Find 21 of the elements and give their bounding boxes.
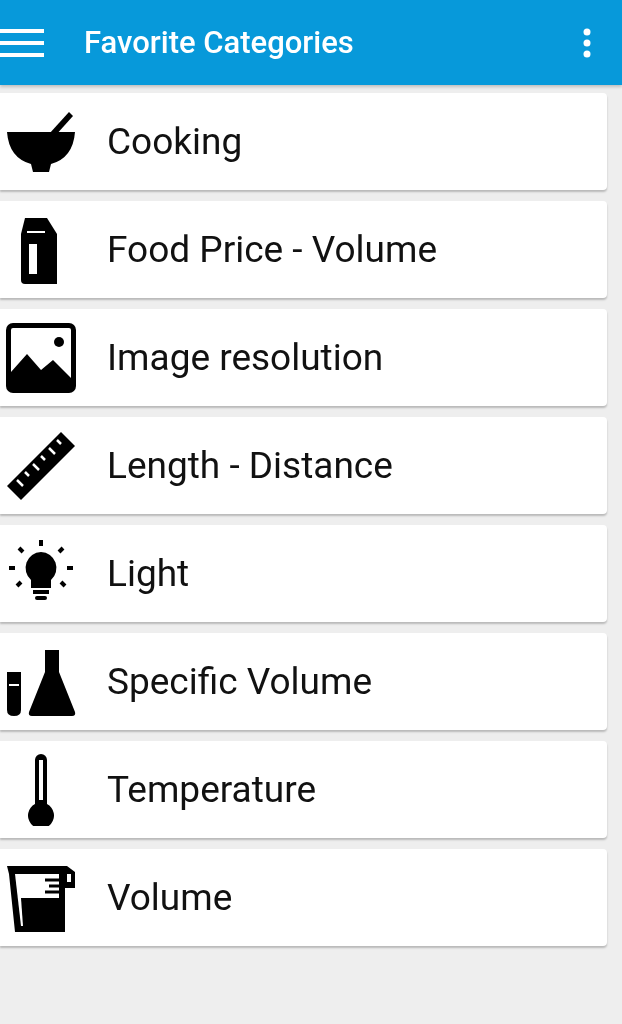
menu-icon [0,27,46,58]
category-item[interactable]: Volume [0,849,607,946]
category-item[interactable]: Food Price - Volume [0,201,607,298]
category-item[interactable]: Image resolution [0,309,607,406]
milk-carton-icon [21,217,57,284]
measuring-jug-icon [7,865,75,932]
category-item[interactable]: Light [0,525,607,622]
more-options-icon [582,27,592,58]
category-item[interactable]: Temperature [0,741,607,838]
menu-button[interactable] [0,27,46,58]
thermometer-icon [28,753,54,826]
light-bulb-icon [7,537,75,600]
image-icon [6,322,76,393]
category-item[interactable]: Length - Distance [0,417,607,514]
more-options-button[interactable] [582,27,592,58]
flask-icon [7,649,76,716]
ruler-icon [7,431,75,500]
category-item[interactable]: Cooking [0,93,607,190]
bowl-icon [7,111,75,172]
app-title: Favorite Categories [84,24,355,61]
category-item[interactable]: Specific Volume [0,633,607,730]
